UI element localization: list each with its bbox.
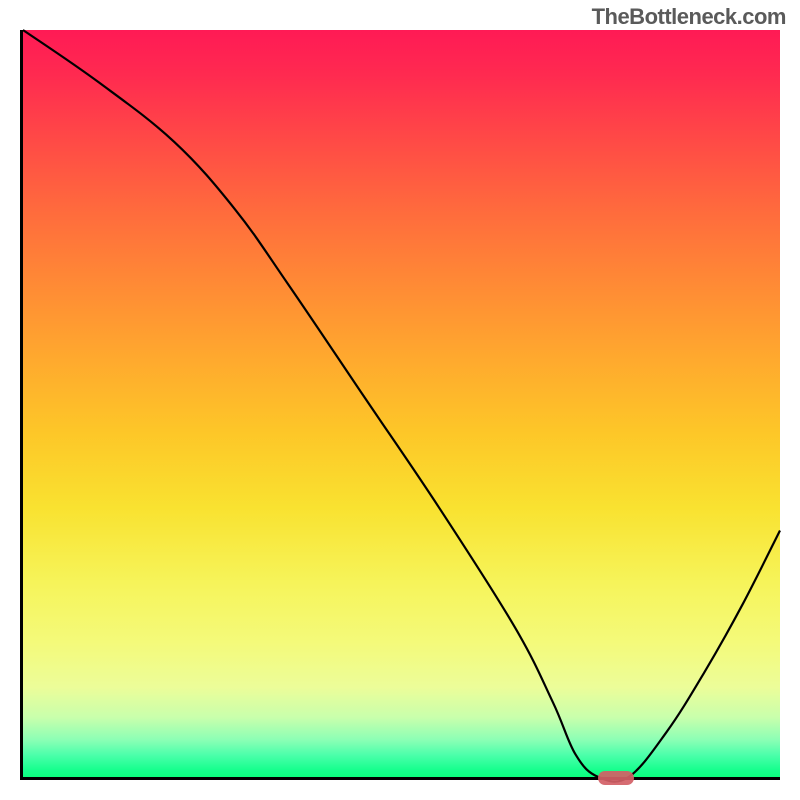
optimal-marker bbox=[598, 771, 634, 785]
chart-svg bbox=[23, 30, 780, 777]
bottleneck-curve bbox=[23, 30, 780, 782]
watermark-text: TheBottleneck.com bbox=[592, 4, 786, 30]
plot-area bbox=[20, 30, 780, 780]
